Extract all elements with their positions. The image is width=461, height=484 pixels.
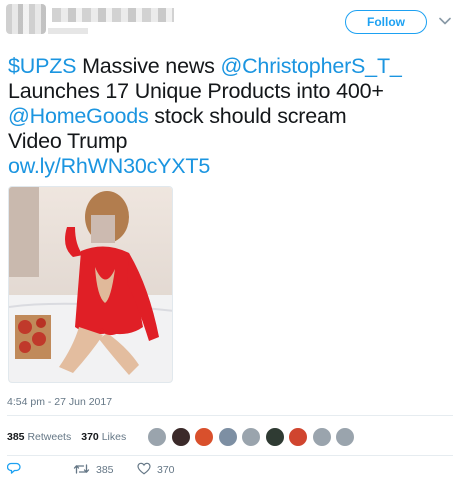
avatar[interactable] xyxy=(6,4,46,34)
tweet-photo[interactable] xyxy=(8,186,173,383)
tweet-text-line: ow.ly/RhWN30cYXT5 xyxy=(8,154,448,179)
tweet-timestamp[interactable]: 4:54 pm - 27 Jun 2017 xyxy=(7,396,112,408)
liker-avatar[interactable] xyxy=(335,427,355,447)
liker-avatar[interactable] xyxy=(170,427,191,447)
tweet-header: Follow xyxy=(0,0,461,42)
tweet-link[interactable]: ow.ly/RhWN30cYXT5 xyxy=(8,154,210,178)
tweet-text-segment: Launches 17 Unique Products into 400+ xyxy=(8,79,384,103)
reply-button[interactable] xyxy=(6,462,73,478)
tweet-text-segment: Video Trump xyxy=(8,129,128,153)
retweet-icon xyxy=(73,463,90,478)
liker-avatar[interactable] xyxy=(288,427,308,447)
liker-avatar[interactable] xyxy=(217,427,238,447)
username-blurred xyxy=(48,28,88,34)
reply-icon xyxy=(6,462,21,478)
liker-avatar[interactable] xyxy=(194,427,214,447)
tweet-link[interactable]: @ChristopherS_T_ xyxy=(220,54,401,78)
like-button[interactable]: 370 xyxy=(137,462,175,478)
tweet-link[interactable]: @HomeGoods xyxy=(8,104,149,128)
tweet-text-segment: stock should scream xyxy=(148,104,347,128)
divider xyxy=(7,415,453,416)
divider xyxy=(7,455,453,456)
retweet-count: 385 xyxy=(96,464,114,476)
tweet-link[interactable]: $UPZS xyxy=(8,54,77,78)
liker-avatar[interactable] xyxy=(311,427,332,447)
display-name-blurred[interactable] xyxy=(52,8,174,22)
tweet-text-line: $UPZS Massive news @ChristopherS_T_ xyxy=(8,54,448,79)
liker-avatar[interactable] xyxy=(241,427,261,447)
liker-avatar[interactable] xyxy=(264,427,285,447)
chevron-down-icon[interactable] xyxy=(438,14,452,28)
retweets-stat[interactable]: 385 Retweets xyxy=(7,431,71,443)
likes-stat[interactable]: 370 Likes xyxy=(81,431,126,443)
tweet-text-line: Launches 17 Unique Products into 400+ xyxy=(8,79,448,104)
heart-icon xyxy=(137,462,151,478)
liker-avatar[interactable] xyxy=(147,427,167,447)
tweet-stats: 385 Retweets 370 Likes xyxy=(7,426,136,448)
tweet-text-line: @HomeGoods stock should scream xyxy=(8,104,448,129)
like-count: 370 xyxy=(157,464,175,476)
tweet-text-segment: Massive news xyxy=(76,54,221,78)
retweet-button[interactable]: 385 xyxy=(73,463,137,478)
tweet-text: $UPZS Massive news @ChristopherS_T_ Launc… xyxy=(8,54,448,179)
tweet-text-line: Video Trump xyxy=(8,129,448,154)
follow-button[interactable]: Follow xyxy=(345,10,427,34)
tweet-actions: 385 370 xyxy=(6,462,175,478)
liker-avatars xyxy=(147,427,359,447)
